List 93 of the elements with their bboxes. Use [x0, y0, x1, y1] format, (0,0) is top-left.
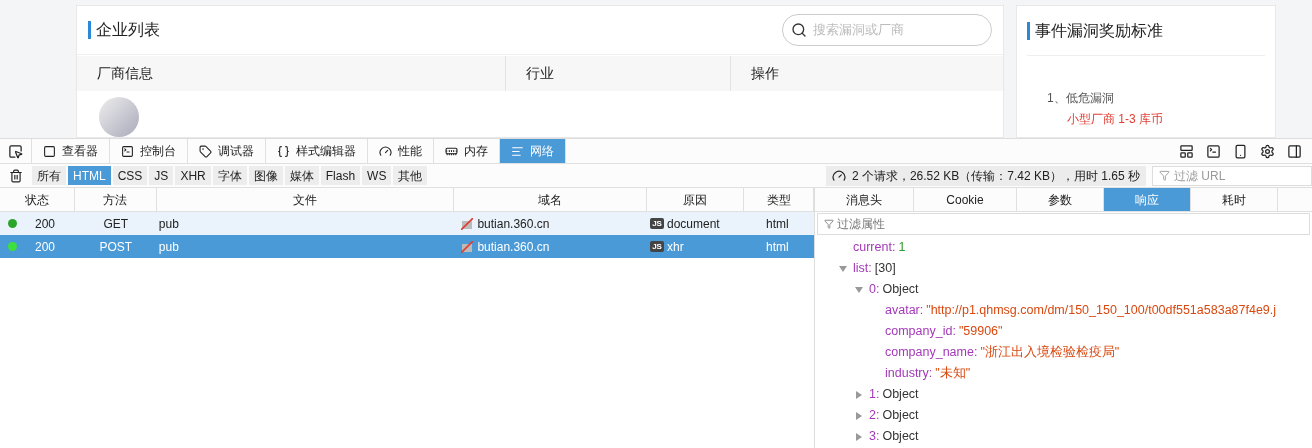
- lines-icon: [511, 144, 524, 158]
- cause-text: document: [666, 215, 720, 233]
- search-icon: [791, 22, 807, 38]
- detail-tab[interactable]: 耗时: [1191, 188, 1278, 211]
- property-value: "未知": [935, 365, 971, 383]
- method-text: POST: [99, 238, 133, 256]
- column-header: 行业: [506, 56, 731, 91]
- property-key: 3:: [869, 427, 880, 446]
- property-value: Object: [882, 386, 919, 404]
- reward-text: 小型厂商 1-3 库币: [1066, 111, 1164, 128]
- column-header[interactable]: 文件: [156, 188, 455, 211]
- filter-button[interactable]: 其他: [393, 166, 428, 185]
- filter-icon: [824, 219, 834, 229]
- settings-icon[interactable]: [1260, 143, 1275, 159]
- property-value: Object: [882, 407, 919, 425]
- request-row[interactable]: 200 POST pub butian.360.cn JS xhr html: [0, 235, 814, 258]
- property-key: list:: [853, 259, 872, 278]
- expanded-triangle-icon[interactable]: [839, 264, 847, 273]
- filter-button[interactable]: JS: [149, 166, 174, 185]
- property-value: Object: [882, 428, 919, 446]
- filter-button[interactable]: 图像: [248, 166, 283, 185]
- column-header: 厂商信息: [77, 56, 506, 91]
- property-key: company_name:: [885, 343, 978, 362]
- summary-text: 2 个请求，26.52 KB（传输：7.42 KB），用时 1.65 秒: [851, 167, 1140, 185]
- collapsed-triangle-icon[interactable]: [855, 411, 863, 420]
- property-value: "59906": [958, 323, 1003, 341]
- property-filter-field[interactable]: 过滤属性: [817, 213, 1310, 235]
- braces-icon: [277, 144, 290, 158]
- domain-text: butian.360.cn: [477, 215, 550, 233]
- property-value: Object: [882, 281, 919, 299]
- terminal-icon[interactable]: [1206, 143, 1221, 159]
- property-value: [30]: [874, 260, 896, 278]
- method-text: GET: [103, 215, 129, 233]
- property-key: 1:: [869, 385, 880, 404]
- column-header[interactable]: 方法: [74, 188, 157, 211]
- column-header[interactable]: 状态: [0, 188, 75, 211]
- property-key: industry:: [885, 364, 933, 383]
- column-header[interactable]: 类型: [744, 188, 814, 211]
- devtools-tab[interactable]: 控制台: [110, 139, 188, 163]
- gauge-icon: [379, 144, 392, 158]
- filter-button[interactable]: Flash: [320, 166, 361, 185]
- tag-icon: [199, 144, 212, 158]
- column-header[interactable]: 域名: [454, 188, 648, 211]
- insecure-icon: [461, 240, 474, 253]
- filter-button[interactable]: 字体: [212, 166, 247, 185]
- property-key: 2:: [869, 406, 880, 425]
- panel-icon[interactable]: [1287, 143, 1302, 159]
- property-value: "http://p1.qhmsg.com/dm/150_150_100/t00df551a583a87f4e9.j: [926, 302, 1277, 320]
- request-row[interactable]: 200 GET pub butian.360.cn JS document html: [0, 212, 814, 235]
- layout-icon[interactable]: [1179, 143, 1194, 159]
- filter-button[interactable]: WS: [362, 166, 392, 185]
- property-key: 0:: [869, 280, 880, 299]
- file-name: pub: [158, 239, 179, 254]
- expanded-triangle-icon[interactable]: [855, 285, 863, 294]
- card-title: 事件漏洞奖励标准: [1027, 21, 1163, 40]
- filter-button[interactable]: XHR: [175, 166, 211, 185]
- collapsed-triangle-icon[interactable]: [855, 390, 863, 399]
- property-key: company_id:: [885, 322, 956, 341]
- gauge-icon: [831, 168, 846, 183]
- js-badge: JS: [650, 241, 664, 252]
- filter-button[interactable]: CSS: [112, 166, 148, 185]
- filter-button[interactable]: 媒体: [284, 166, 319, 185]
- property-key: current:: [853, 238, 896, 257]
- status-code: 200: [35, 238, 56, 256]
- status-code: 200: [35, 215, 56, 233]
- filter-icon: [1159, 170, 1170, 181]
- type-text: html: [766, 216, 789, 231]
- collapsed-triangle-icon[interactable]: [855, 432, 863, 441]
- trash-icon[interactable]: [9, 168, 23, 183]
- filter-button[interactable]: 所有: [32, 166, 66, 185]
- detail-tab[interactable]: Cookie: [914, 188, 1017, 211]
- js-badge: JS: [650, 218, 664, 229]
- property-key: avatar:: [885, 301, 924, 320]
- property-value: "浙江出入境检验检疫局": [980, 344, 1120, 362]
- devtools-tab[interactable]: 调试器: [188, 139, 266, 163]
- type-text: html: [766, 239, 789, 254]
- square-icon: [43, 144, 56, 158]
- terminal-icon: [121, 144, 134, 158]
- domain-text: butian.360.cn: [477, 238, 550, 256]
- property-value: 1: [898, 239, 906, 257]
- column-header: 操作: [750, 64, 780, 83]
- avatar: [99, 97, 139, 137]
- detail-tab[interactable]: 消息头: [815, 188, 914, 211]
- phone-icon[interactable]: [1233, 143, 1248, 159]
- cause-text: xhr: [666, 238, 684, 256]
- devtools-tab[interactable]: 样式编辑器: [266, 139, 368, 163]
- file-name: pub: [158, 216, 179, 231]
- column-header[interactable]: 原因: [647, 188, 745, 211]
- devtools-tab[interactable]: 性能: [368, 139, 434, 163]
- level-heading: 1、低危漏洞: [1046, 90, 1115, 107]
- devtools-tab[interactable]: 查看器: [32, 139, 110, 163]
- panel-title: 企业列表: [88, 21, 160, 39]
- insecure-icon: [461, 217, 474, 230]
